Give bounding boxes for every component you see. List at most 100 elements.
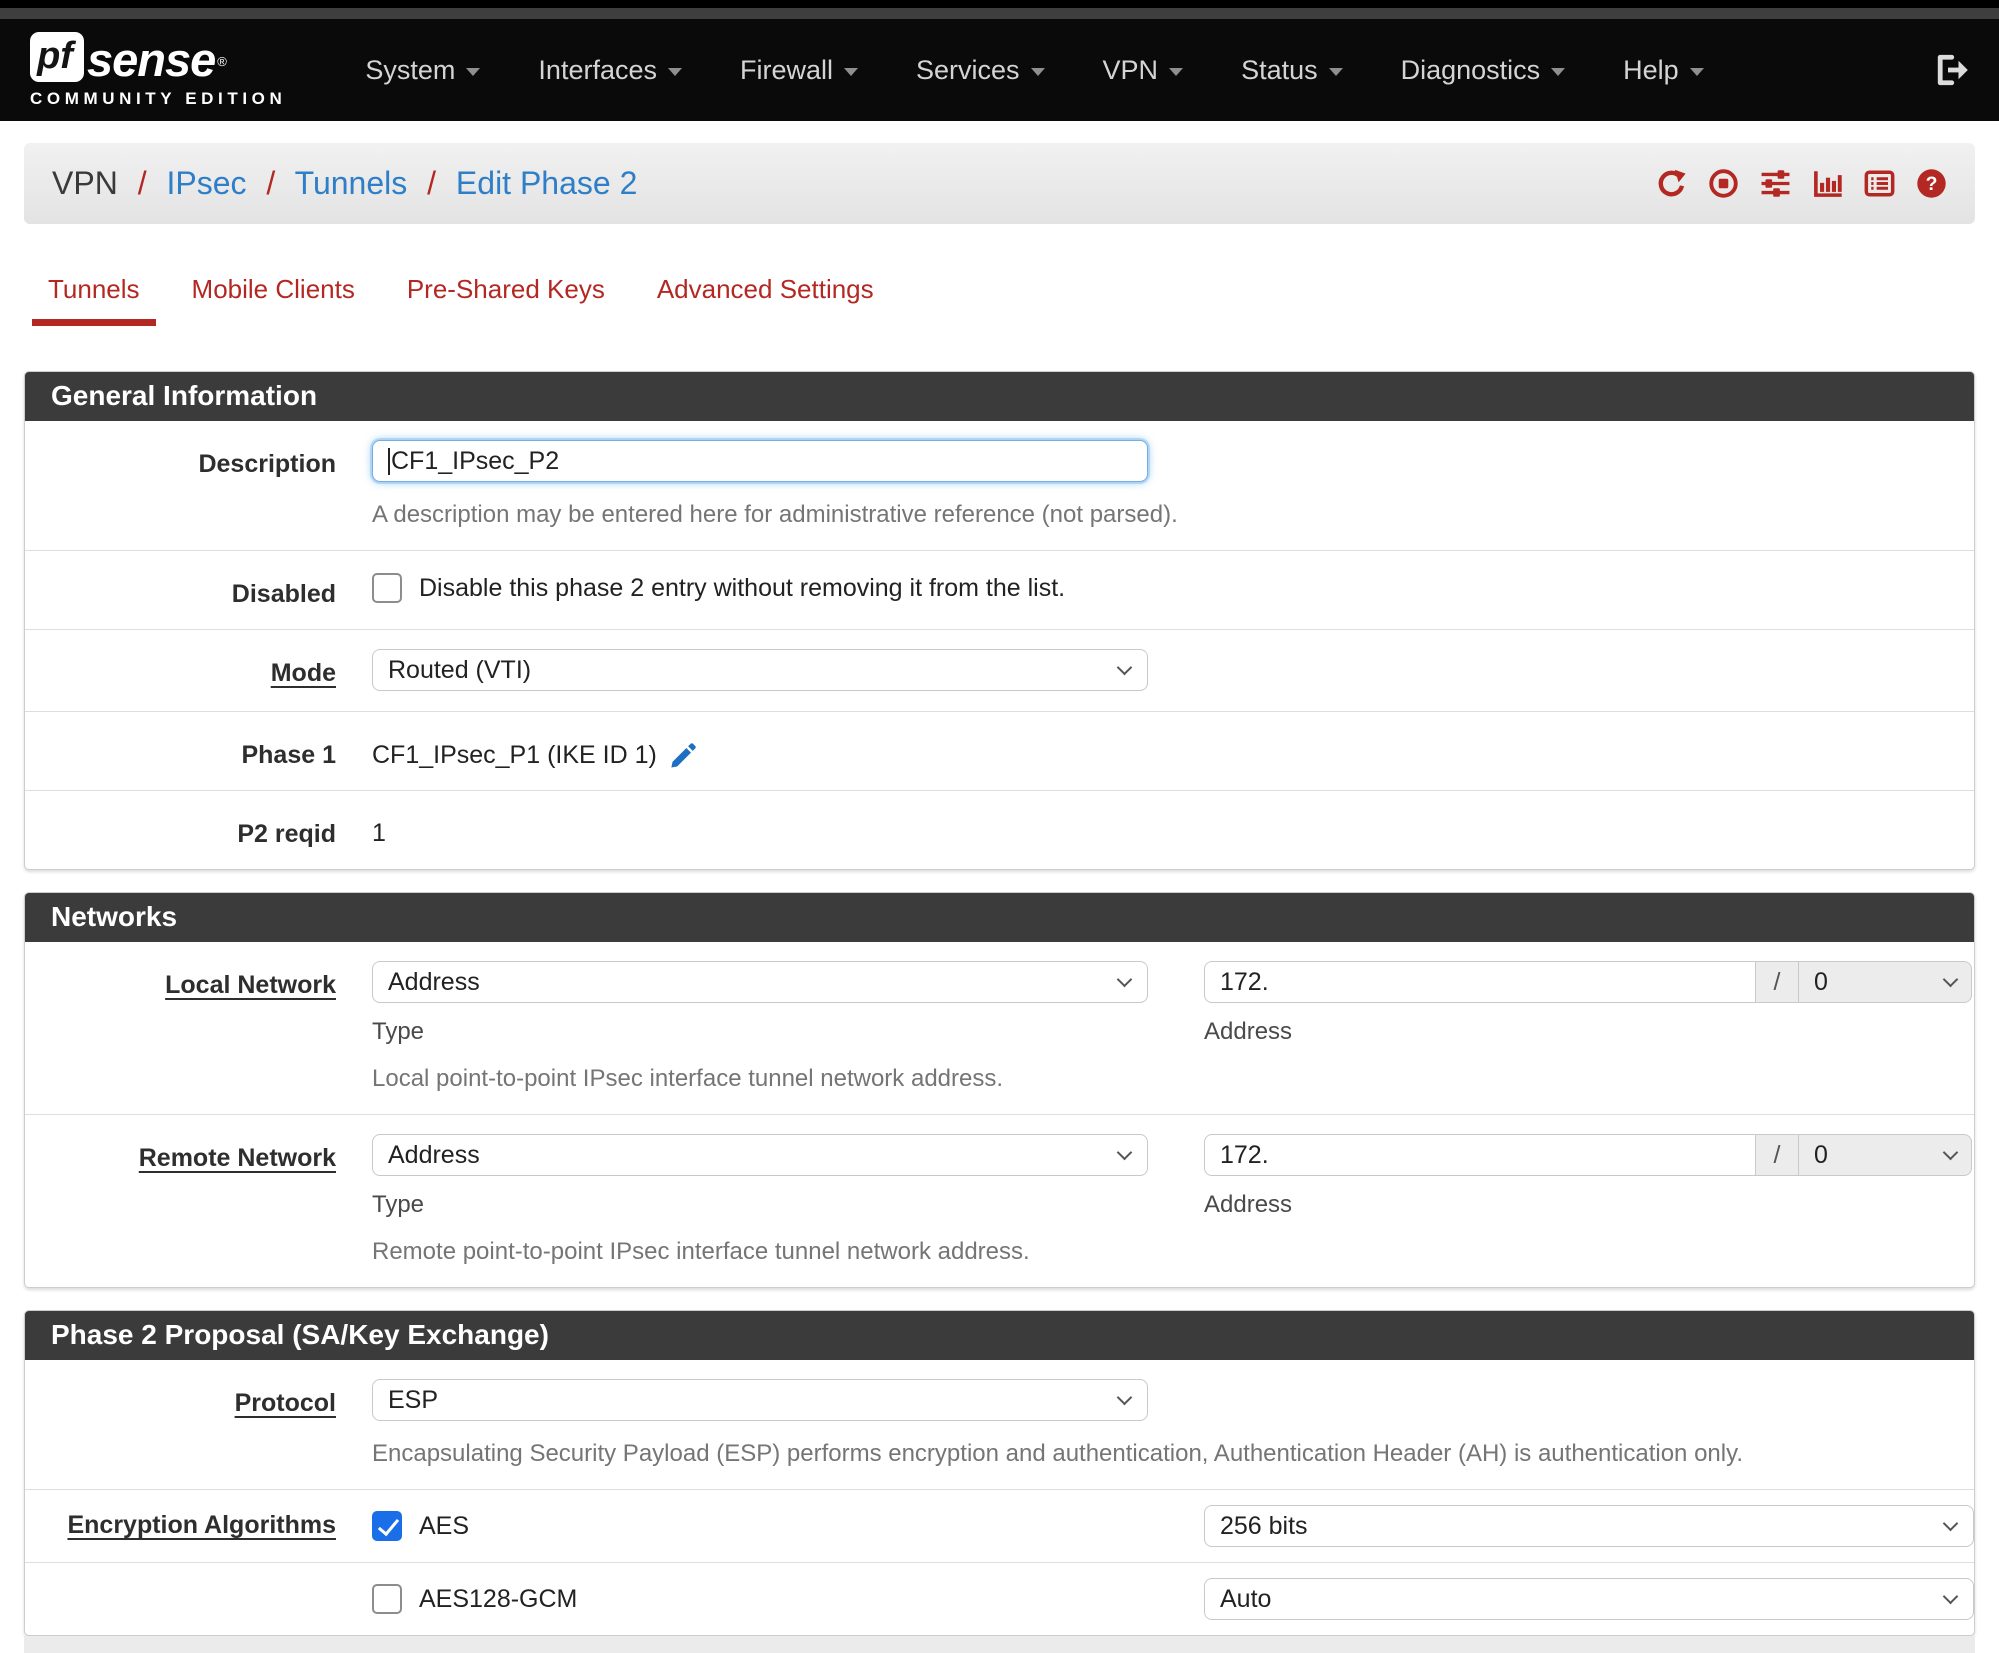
edit-pencil-icon[interactable] [669, 740, 699, 770]
description-input[interactable]: CF1_IPsec_P2 [372, 440, 1148, 482]
type-caption: Type [372, 1018, 425, 1045]
tab-tunnels[interactable]: Tunnels [32, 274, 156, 326]
aes-checkbox[interactable] [372, 1511, 402, 1541]
remote-network-label: Remote Network [138, 1144, 336, 1172]
remote-network-mask-select[interactable]: 0 [1798, 1134, 1972, 1176]
local-network-help: Local point-to-point IPsec interface tun… [372, 1065, 1004, 1092]
nav-item-vpn[interactable]: VPN [1074, 55, 1213, 86]
tab-mobile-clients[interactable]: Mobile Clients [176, 274, 371, 326]
protocol-select[interactable]: ESP [372, 1379, 1148, 1421]
breadcrumb-tunnels[interactable]: Tunnels [295, 165, 408, 201]
nav-item-services[interactable]: Services [887, 55, 1074, 86]
remote-network-help: Remote point-to-point IPsec interface tu… [372, 1238, 1030, 1265]
local-network-type-select[interactable]: Address [372, 961, 1148, 1003]
p2reqid-value: 1 [372, 819, 386, 847]
top-navbar: pf sense ® COMMUNITY EDITION System Inte… [0, 19, 1999, 121]
cidr-slash: / [1755, 1134, 1799, 1176]
logout-button[interactable] [1933, 52, 1969, 88]
nav-item-diagnostics[interactable]: Diagnostics [1372, 55, 1595, 86]
phase1-value: CF1_IPsec_P1 (IKE ID 1) [372, 740, 657, 769]
bar-chart-icon[interactable] [1812, 168, 1843, 199]
mode-label: Mode [270, 659, 336, 687]
protocol-help: Encapsulating Security Payload (ESP) per… [372, 1440, 1743, 1467]
description-value: CF1_IPsec_P2 [391, 446, 560, 475]
local-network-mask-select[interactable]: 0 [1798, 961, 1972, 1003]
chevron-down-icon [1116, 1389, 1133, 1405]
aes128gcm-label: AES128-GCM [419, 1584, 578, 1613]
breadcrumb-edit-phase-2[interactable]: Edit Phase 2 [456, 165, 637, 201]
aes128gcm-checkbox[interactable] [372, 1584, 402, 1614]
chevron-down-icon [1116, 659, 1133, 675]
tab-pre-shared-keys[interactable]: Pre-Shared Keys [391, 274, 621, 326]
caret-down-icon [1689, 67, 1704, 76]
local-network-address-input[interactable]: 172. [1204, 961, 1756, 1003]
caret-down-icon [844, 67, 858, 76]
breadcrumb-separator: / [427, 165, 437, 201]
row-phase1: Phase 1 CF1_IPsec_P1 (IKE ID 1) [25, 712, 1974, 791]
mode-select[interactable]: Routed (VTI) [372, 649, 1148, 691]
panel-networks-title: Networks [25, 893, 1974, 942]
svg-text:?: ? [1926, 173, 1938, 195]
panel-phase2-proposal-title: Phase 2 Proposal (SA/Key Exchange) [25, 1311, 1974, 1360]
disabled-checkbox[interactable] [372, 573, 402, 603]
row-protocol: Protocol ESP Encapsulating Security Payl… [25, 1360, 1974, 1490]
p2reqid-label: P2 reqid [237, 820, 336, 848]
panel-general-information: General Information Description CF1_IPse… [24, 371, 1975, 870]
cidr-slash: / [1755, 961, 1799, 1003]
breadcrumb-separator: / [137, 165, 147, 201]
page-tabs: Tunnels Mobile Clients Pre-Shared Keys A… [24, 274, 1975, 326]
aes128gcm-key-length-select[interactable]: Auto [1204, 1578, 1974, 1620]
stop-circle-icon[interactable] [1708, 168, 1739, 199]
panel-general-information-title: General Information [25, 372, 1974, 421]
disabled-label: Disabled [231, 580, 336, 608]
chevron-down-icon [1942, 1515, 1959, 1531]
nav-item-interfaces[interactable]: Interfaces [509, 55, 711, 86]
community-edition-label: COMMUNITY EDITION [30, 88, 287, 108]
nav-menu: System Interfaces Firewall Services VPN … [336, 55, 1732, 86]
breadcrumb: VPN / IPsec / Tunnels / Edit Phase 2 [52, 165, 637, 202]
disabled-checkbox-label: Disable this phase 2 entry without remov… [419, 573, 1066, 602]
remote-network-address-input[interactable]: 172. [1204, 1134, 1756, 1176]
nav-item-firewall[interactable]: Firewall [711, 55, 887, 86]
window-top-strip [0, 0, 1999, 8]
row-description: Description CF1_IPsec_P2 A description m… [25, 421, 1974, 551]
chevron-down-icon [1116, 1144, 1133, 1160]
help-icon[interactable]: ? [1916, 168, 1947, 199]
nav-item-system[interactable]: System [336, 55, 509, 86]
chevron-down-icon [1942, 1588, 1959, 1604]
pfsense-logo-box: pf [30, 31, 84, 82]
sliders-icon[interactable] [1760, 168, 1791, 199]
list-icon[interactable] [1864, 168, 1895, 199]
row-remote-network: Remote Network Address Type 172. / 0 Add… [25, 1115, 1974, 1287]
row-encryption-aes: Encryption Algorithms AES 256 bits [25, 1490, 1974, 1563]
address-caption: Address [1204, 1191, 1293, 1218]
nav-item-status[interactable]: Status [1212, 55, 1372, 86]
page-action-icons: ? [1656, 168, 1947, 199]
type-caption: Type [372, 1191, 425, 1218]
tab-advanced-settings[interactable]: Advanced Settings [641, 274, 890, 326]
window-tab-strip [0, 8, 1999, 19]
caret-down-icon [466, 67, 481, 76]
chevron-down-icon [1116, 971, 1133, 987]
row-p2reqid: P2 reqid 1 [25, 791, 1974, 869]
caret-down-icon [1551, 67, 1566, 76]
breadcrumb-separator: / [266, 165, 276, 201]
row-disabled: Disabled Disable this phase 2 entry with… [25, 551, 1974, 630]
protocol-label: Protocol [234, 1389, 336, 1417]
panel-phase2-proposal: Phase 2 Proposal (SA/Key Exchange) Proto… [24, 1310, 1975, 1636]
caret-down-icon [1030, 67, 1045, 76]
description-label: Description [198, 450, 336, 478]
chevron-down-icon [1942, 1144, 1959, 1160]
aes-key-length-select[interactable]: 256 bits [1204, 1505, 1974, 1547]
pfsense-logo[interactable]: pf sense ® COMMUNITY EDITION [30, 31, 287, 109]
row-local-network: Local Network Address Type 172. / 0 Addr… [25, 942, 1974, 1115]
refresh-icon[interactable] [1656, 168, 1687, 199]
breadcrumb-ipsec[interactable]: IPsec [166, 165, 246, 201]
caret-down-icon [1169, 67, 1184, 76]
row-encryption-aes128gcm: AES128-GCM Auto [25, 1563, 1974, 1635]
breadcrumb-vpn: VPN [52, 165, 118, 201]
chevron-down-icon [1942, 971, 1959, 987]
remote-network-type-select[interactable]: Address [372, 1134, 1148, 1176]
nav-item-help[interactable]: Help [1594, 55, 1733, 86]
address-caption: Address [1204, 1018, 1293, 1045]
